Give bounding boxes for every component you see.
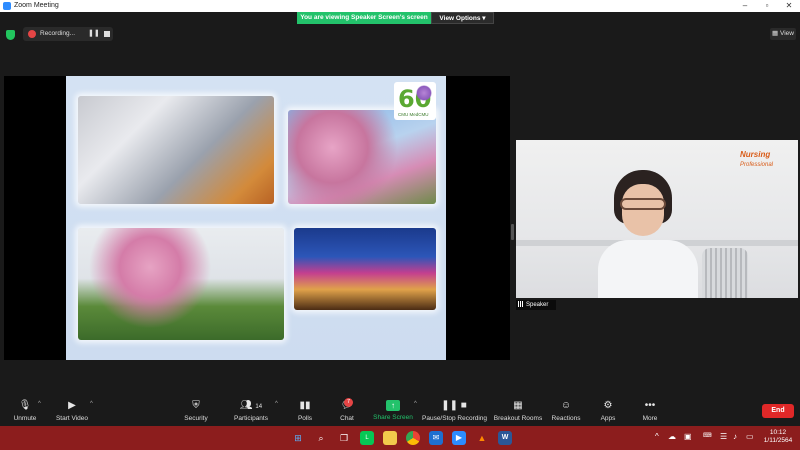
pause-stop-recording-button[interactable]: ❚❚ ■ Pause/Stop Recording bbox=[422, 400, 487, 426]
windows-taskbar: ⊞ ⌕ ❐ L ✉ ▶ ▲ W ^ ☁ ▣ ⌨ ☰ ♪ ▭ 10:12 1/11… bbox=[0, 426, 800, 450]
recording-dot-icon bbox=[28, 30, 36, 38]
brand-line-1: Nursing bbox=[740, 150, 771, 159]
line-app-icon[interactable]: L bbox=[360, 431, 374, 445]
viewing-share-banner: You are viewing Speaker Screen's screen … bbox=[297, 12, 494, 24]
participants-options-caret[interactable]: ^ bbox=[275, 401, 278, 407]
tray-chevron-icon[interactable]: ^ bbox=[655, 432, 659, 441]
apps-icon: ⚙ bbox=[603, 400, 613, 411]
tray-keyboard-icon[interactable]: ⌨ bbox=[703, 432, 712, 439]
anniversary-logo: 60 CMU MedCMU bbox=[394, 82, 436, 120]
signal-bars-icon bbox=[518, 301, 524, 308]
tray-cloud-icon[interactable]: ☁ bbox=[668, 432, 676, 441]
grid-icon: ▦ bbox=[772, 30, 779, 37]
shared-screen: 60 CMU MedCMU bbox=[4, 76, 510, 360]
meeting-toolbar: 🎙︎ Unmute ^ ▶︎ Start Video ^ ⛨ Security … bbox=[0, 396, 800, 426]
share-screen-arrow-icon: ↑ bbox=[386, 400, 400, 411]
maximize-button[interactable]: ▫ bbox=[756, 0, 778, 12]
apps-button[interactable]: ⚙ Apps bbox=[596, 400, 620, 426]
chevron-down-icon: ▾ bbox=[482, 15, 486, 22]
security-button[interactable]: ⛨ Security bbox=[180, 400, 212, 426]
slide-photo-hospital-building bbox=[78, 96, 274, 204]
chair bbox=[702, 248, 748, 298]
volume-icon[interactable]: ♪ bbox=[733, 432, 737, 441]
brand-line-2: Professional bbox=[740, 162, 774, 168]
vlc-icon[interactable]: ▲ bbox=[475, 431, 489, 445]
logo-caption: CMU MedCMU bbox=[398, 112, 429, 117]
chat-unread-badge: 7 bbox=[344, 398, 353, 407]
share-options-caret[interactable]: ^ bbox=[414, 401, 417, 407]
recording-label: Recording... bbox=[40, 30, 76, 37]
polls-button[interactable]: ▮▮ Polls bbox=[292, 400, 318, 426]
window-title: Zoom Meeting bbox=[14, 2, 59, 9]
pause-recording-icon[interactable]: ❚❚ bbox=[88, 30, 100, 38]
speaker-name-label: Speaker bbox=[516, 300, 556, 310]
video-off-icon: ▶︎ bbox=[68, 400, 76, 411]
word-icon[interactable]: W bbox=[498, 431, 512, 445]
battery-icon[interactable]: ▭ bbox=[746, 432, 754, 441]
file-explorer-icon[interactable] bbox=[383, 431, 397, 445]
wifi-icon[interactable]: ☰ bbox=[720, 432, 727, 441]
chat-button[interactable]: 💬︎ 7 Chat bbox=[334, 398, 360, 426]
more-button[interactable]: ••• More bbox=[638, 400, 662, 426]
slide-photo-pink-blossom-tree bbox=[288, 110, 436, 204]
participants-count: 14 bbox=[255, 404, 263, 410]
viewing-share-message: You are viewing Speaker Screen's screen bbox=[297, 12, 431, 24]
meeting-area: You are viewing Speaker Screen's screen … bbox=[0, 12, 800, 396]
security-shield-icon[interactable] bbox=[6, 30, 15, 40]
task-view-icon[interactable]: ❐ bbox=[337, 431, 351, 445]
slide-photo-building-night bbox=[294, 228, 436, 310]
clock-date: 1/11/2564 bbox=[763, 437, 793, 444]
minimize-button[interactable]: – bbox=[734, 0, 756, 12]
clock-time: 10:12 bbox=[769, 429, 787, 436]
participants-button[interactable]: 👥︎ 14 Participants bbox=[230, 400, 272, 426]
system-clock[interactable]: 10:12 1/11/2564 bbox=[758, 429, 798, 445]
breakout-rooms-button[interactable]: ▦ Breakout Rooms bbox=[492, 400, 544, 426]
breakout-rooms-grid-icon: ▦ bbox=[513, 400, 523, 411]
zoom-icon[interactable]: ▶ bbox=[452, 431, 466, 445]
mail-icon[interactable]: ✉ bbox=[429, 431, 443, 445]
stop-recording-icon[interactable] bbox=[104, 31, 110, 37]
windows-start-icon[interactable]: ⊞ bbox=[291, 431, 305, 445]
recording-indicator: Recording... ❚❚ bbox=[23, 27, 113, 41]
nursing-brand-logo: Nursing Professional bbox=[740, 146, 794, 176]
speaker-face bbox=[622, 184, 664, 236]
slide-photo-campus-garden bbox=[78, 228, 284, 340]
close-button[interactable]: ✕ bbox=[778, 0, 800, 12]
speaker-white-coat bbox=[598, 240, 698, 298]
pause-stop-icon: ❚❚ ■ bbox=[441, 400, 467, 411]
speaker-video-tile[interactable]: Nursing Professional bbox=[516, 140, 798, 298]
audio-options-caret[interactable]: ^ bbox=[38, 401, 41, 407]
speaker-glasses bbox=[620, 198, 666, 210]
flower-icon bbox=[416, 85, 432, 101]
polls-bar-chart-icon: ▮▮ bbox=[299, 400, 311, 411]
shield-icon: ⛨ bbox=[192, 400, 200, 411]
tray-app-icon[interactable]: ▣ bbox=[684, 432, 692, 441]
share-screen-button[interactable]: ↑ Share Screen bbox=[372, 400, 414, 426]
zoom-app-icon bbox=[3, 2, 11, 10]
more-dots-icon: ••• bbox=[644, 400, 656, 411]
unmute-button[interactable]: 🎙︎ Unmute bbox=[8, 400, 42, 426]
microphone-muted-icon: 🎙︎ bbox=[18, 400, 32, 411]
view-button[interactable]: ▦ View bbox=[770, 28, 796, 40]
panel-splitter-handle[interactable] bbox=[511, 224, 514, 240]
window-title-bar: Zoom Meeting – ▫ ✕ bbox=[0, 0, 800, 12]
start-video-button[interactable]: ▶︎ Start Video bbox=[52, 400, 92, 426]
smiley-plus-icon: ☺ bbox=[560, 400, 572, 411]
reactions-button[interactable]: ☺ Reactions bbox=[550, 400, 582, 426]
view-options-button[interactable]: View Options ▾ bbox=[431, 12, 494, 24]
video-options-caret[interactable]: ^ bbox=[90, 401, 93, 407]
chrome-icon[interactable] bbox=[406, 431, 420, 445]
end-meeting-button[interactable]: End bbox=[762, 404, 794, 418]
presentation-slide: 60 CMU MedCMU bbox=[66, 76, 446, 360]
search-icon[interactable]: ⌕ bbox=[314, 431, 328, 445]
participants-icon: 👥︎ 14 bbox=[239, 400, 263, 411]
